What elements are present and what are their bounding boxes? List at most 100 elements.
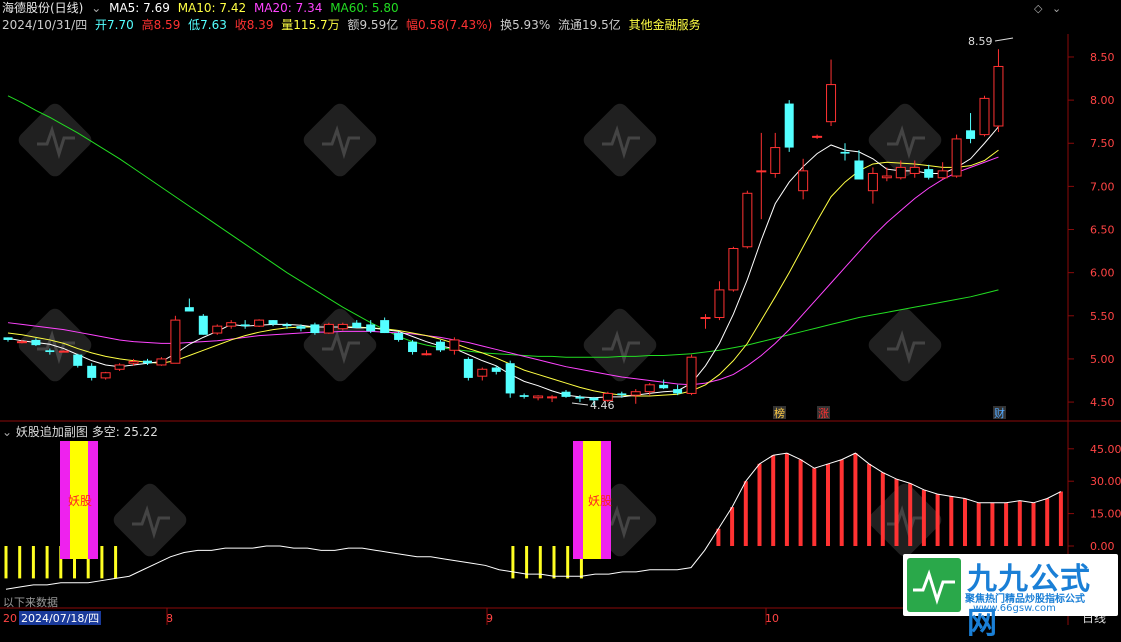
sub-axis-label: 15.00	[1090, 508, 1121, 521]
watermark-badge: 九九公式网 聚焦热门精品炒股指标公式 www.66gsw.com	[903, 554, 1118, 641]
tag-cai[interactable]: 财	[994, 406, 1005, 420]
candle-body-up	[323, 323, 334, 334]
candle-body-up	[114, 364, 125, 370]
candle-body-up	[156, 358, 167, 366]
candle-body-up	[254, 319, 265, 327]
candle-body-up	[630, 391, 641, 396]
price-axis-label: 6.00	[1090, 267, 1115, 280]
candle-body-down	[143, 360, 152, 364]
candle-body-up	[826, 84, 837, 123]
kline-chart[interactable]: 8.50 8.00 7.50 7.00 6.50 6.00 5.50 5.00 4.50 45.0…	[0, 0, 1121, 625]
candle-body-up	[477, 368, 488, 377]
candle-body-up	[421, 353, 432, 356]
candle-body-down	[408, 341, 418, 353]
candle-body-up	[700, 317, 711, 320]
yaogu-label-1: 妖股	[68, 494, 92, 508]
candle-body-down	[491, 367, 501, 372]
candle-body-up	[951, 138, 962, 177]
candle-body-down	[282, 324, 292, 327]
price-axis-label: 5.50	[1090, 310, 1115, 323]
high-annotation: 8.59	[968, 35, 993, 48]
sub-panel-title[interactable]: 妖股追加副图	[16, 425, 88, 439]
sub-axis-label: 30.00	[1090, 475, 1121, 488]
no-data-label: 以下来数据	[3, 595, 58, 609]
candle-body-down	[184, 307, 194, 312]
candle-body-up	[728, 247, 739, 291]
candle-body-down	[73, 354, 83, 366]
candle-body-up	[909, 166, 920, 174]
candle-body-up	[881, 175, 892, 179]
candle-body-up	[937, 170, 948, 179]
candle-body-up	[58, 350, 69, 353]
sub-panel-header: ⌄ 妖股追加副图 多空: 25.22	[2, 423, 158, 440]
candle-body-up	[128, 361, 139, 364]
candles	[3, 49, 1004, 406]
candle-body-down	[87, 365, 97, 378]
candle-body-up	[226, 322, 237, 327]
candle-body-down	[575, 396, 585, 399]
candle-body-up	[533, 395, 544, 399]
candle-body-up	[644, 384, 655, 393]
candle-body-up	[337, 323, 348, 330]
candle-body-up	[16, 341, 27, 344]
price-axis-label: 6.50	[1090, 224, 1115, 237]
candle-body-down	[310, 324, 320, 334]
candle-body-down	[45, 350, 55, 353]
candle-body-down	[240, 324, 250, 327]
candle-body-down	[352, 322, 362, 328]
yaogu-marker-1: 妖股	[60, 441, 98, 559]
candle-body-down	[924, 169, 934, 178]
candle-body-up	[867, 172, 878, 192]
tag-bang[interactable]: 榜	[774, 406, 785, 420]
candle-body-down	[617, 393, 627, 396]
sub-axis-label: 0.00	[1090, 540, 1115, 553]
yaogu-marker-2-edge-left	[573, 441, 583, 559]
candle-body-up	[979, 97, 990, 136]
high-arrow	[994, 37, 1014, 42]
candle-body-down	[854, 160, 864, 180]
candle-body-down	[435, 341, 445, 351]
date-d1: 2024/07/18/四	[21, 612, 99, 625]
candle-body-down	[31, 339, 41, 346]
candle-body-down	[840, 151, 850, 154]
candle-body-up	[170, 319, 181, 364]
low-annotation: 4.46	[590, 399, 615, 412]
price-axis-label: 8.50	[1090, 51, 1115, 64]
candle-body-up	[812, 135, 823, 138]
yaogu-marker-2: 妖股	[573, 441, 612, 559]
ma60-line	[7, 95, 999, 358]
sub-collapse-icon[interactable]: ⌄	[2, 425, 12, 439]
tag-zhang[interactable]: 涨	[818, 407, 829, 420]
candle-body-down	[463, 358, 473, 378]
candle-body-down	[380, 320, 390, 334]
candle-body-up	[100, 372, 111, 379]
price-axis-label: 8.00	[1090, 94, 1115, 107]
candle-body-up	[686, 356, 697, 394]
price-axis-label: 5.00	[1090, 353, 1115, 366]
candle-body-down	[561, 391, 571, 397]
candle-body-up	[756, 170, 767, 173]
candle-body-up	[770, 147, 781, 174]
yaogu-label-2: 妖股	[588, 494, 612, 508]
price-axis-label: 4.50	[1090, 396, 1115, 409]
price-axis-label: 7.00	[1090, 180, 1115, 193]
grid-lines	[1068, 56, 1074, 403]
ma20-line	[7, 156, 999, 386]
watermark-layer	[18, 103, 942, 557]
candle-body-down	[198, 315, 208, 335]
candle-body-down	[505, 363, 515, 394]
candle-body-down	[366, 324, 376, 332]
candle-body-down	[784, 103, 794, 148]
candle-body-up	[714, 289, 725, 319]
candle-body-up	[798, 170, 809, 192]
candle-body-up	[547, 396, 558, 399]
sub-axis-label: 45.00	[1090, 443, 1121, 456]
candle-body-up	[449, 339, 460, 351]
candle-body-up	[742, 192, 753, 248]
date-d0: 20	[3, 612, 17, 625]
ma-lines	[7, 95, 999, 399]
low-arrow	[571, 402, 589, 406]
candle-body-down	[3, 337, 13, 340]
candle-body-down	[296, 326, 306, 329]
candle-body-down	[519, 395, 529, 397]
